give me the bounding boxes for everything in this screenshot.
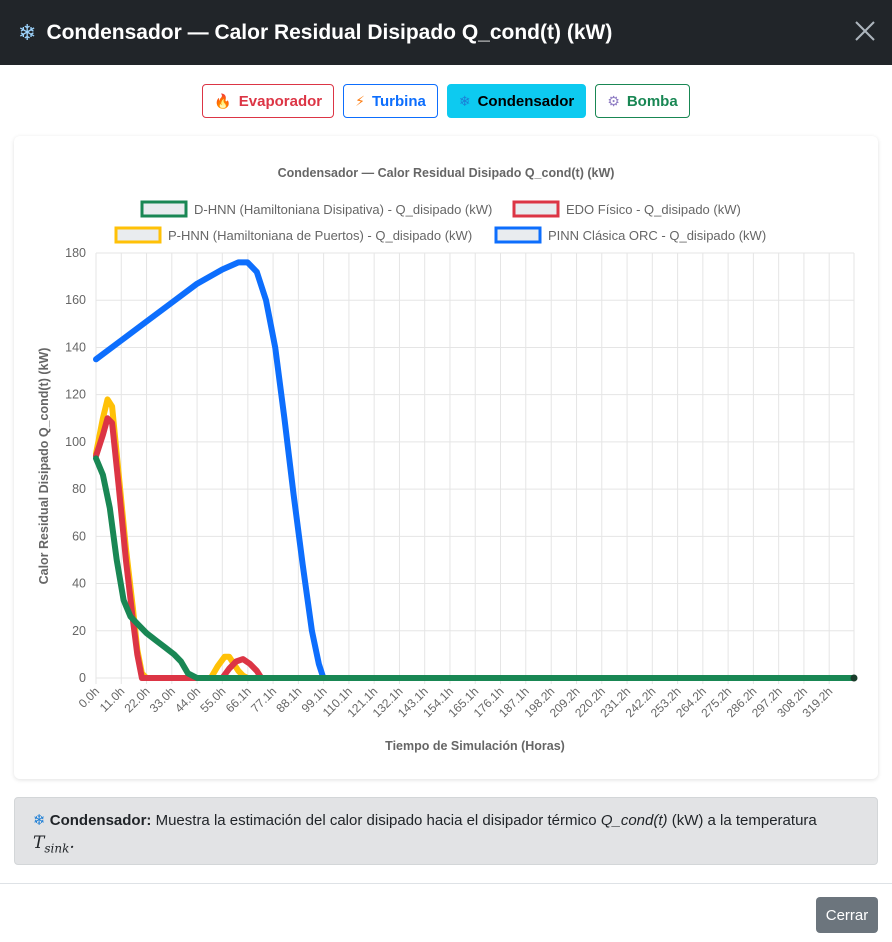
y-tick-label: 100 [65, 435, 86, 449]
close-icon[interactable] [852, 18, 878, 44]
tab-condensador[interactable]: ❄ Condensador [446, 84, 587, 118]
modal-header: ❄ Condensador — Calor Residual Disipado … [0, 0, 892, 65]
x-tick-label: 11.0h [97, 684, 128, 715]
lightning-icon: ⚡ [355, 92, 365, 109]
legend-label: D-HNN (Hamiltoniana Disipativa) - Q_disi… [194, 202, 492, 217]
legend-swatch [114, 226, 162, 244]
info-box: ❄ Condensador: Muestra la estimación del… [14, 797, 878, 865]
component-tabs: 🔥 Evaporador ⚡ Turbina ❄ Condensador ⚙ B… [0, 84, 892, 118]
math-end: . [69, 833, 75, 853]
y-tick-label: 80 [72, 482, 86, 496]
footer-divider [0, 883, 892, 884]
x-axis-label: Tiempo de Simulación (Horas) [385, 739, 565, 753]
x-tick-label: 55.0h [197, 684, 228, 715]
tab-bomba[interactable]: ⚙ Bomba [595, 84, 690, 118]
tab-label: Condensador [477, 92, 575, 110]
y-tick-label: 40 [72, 577, 86, 591]
math-sub: sink [44, 841, 70, 856]
y-tick-label: 120 [65, 388, 86, 402]
info-text-after: (kW) a la temperatura [671, 812, 817, 829]
chart-card: Condensador — Calor Residual Disipado Q_… [14, 136, 878, 779]
tab-label: Bomba [626, 92, 678, 110]
legend-label: EDO Físico - Q_disipado (kW) [566, 202, 741, 217]
x-tick-label: 66.1h [223, 684, 254, 715]
legend-swatch [512, 200, 560, 218]
tab-evaporador[interactable]: 🔥 Evaporador [202, 84, 335, 118]
x-tick-label: 77.1h [248, 684, 279, 715]
y-axis-label: Calor Residual Disipado Q_cond(t) (kW) [37, 348, 51, 585]
y-tick-label: 60 [72, 529, 86, 543]
info-math: Tsink. [33, 833, 75, 856]
fire-icon: 🔥 [214, 92, 232, 109]
x-tick-label: 44.0h [172, 684, 203, 715]
y-tick-label: 20 [72, 624, 86, 638]
legend-label: P-HNN (Hamiltoniana de Puertos) - Q_disi… [168, 228, 472, 243]
modal-title-text: Condensador — Calor Residual Disipado Q_… [46, 20, 613, 44]
line-chart: Condensador — Calor Residual Disipado Q_… [37, 166, 858, 753]
snowflake-icon: ❄ [458, 92, 471, 109]
tab-label: Turbina [371, 92, 426, 110]
info-text-before: Muestra la estimación del calor disipado… [155, 812, 597, 829]
x-tick-label: 88.1h [273, 684, 304, 715]
modal-title: ❄ Condensador — Calor Residual Disipado … [18, 20, 612, 46]
tab-turbina[interactable]: ⚡ Turbina [343, 84, 438, 118]
y-tick-label: 180 [65, 246, 86, 260]
y-tick-label: 140 [65, 340, 86, 354]
snowflake-icon: ❄ [18, 19, 37, 45]
chart-title: Condensador — Calor Residual Disipado Q_… [278, 166, 615, 180]
x-tick-label: 33.0h [147, 684, 178, 715]
snowflake-icon: ❄ [33, 812, 46, 829]
tab-label: Evaporador [238, 92, 323, 110]
legend-swatch [494, 226, 542, 244]
math-main: T [33, 833, 45, 853]
info-label: Condensador: [49, 812, 152, 829]
y-tick-label: 0 [79, 671, 86, 685]
legend-label: PINN Clásica ORC - Q_disipado (kW) [548, 228, 766, 243]
y-tick-label: 160 [65, 293, 86, 307]
info-variable: Q_cond(t) [600, 812, 668, 829]
x-tick-label: 22.0h [122, 684, 153, 715]
gear-icon: ⚙ [607, 92, 620, 109]
series-endpoint [850, 674, 858, 682]
cerrar-button[interactable]: Cerrar [816, 897, 878, 933]
legend-swatch [140, 200, 188, 218]
